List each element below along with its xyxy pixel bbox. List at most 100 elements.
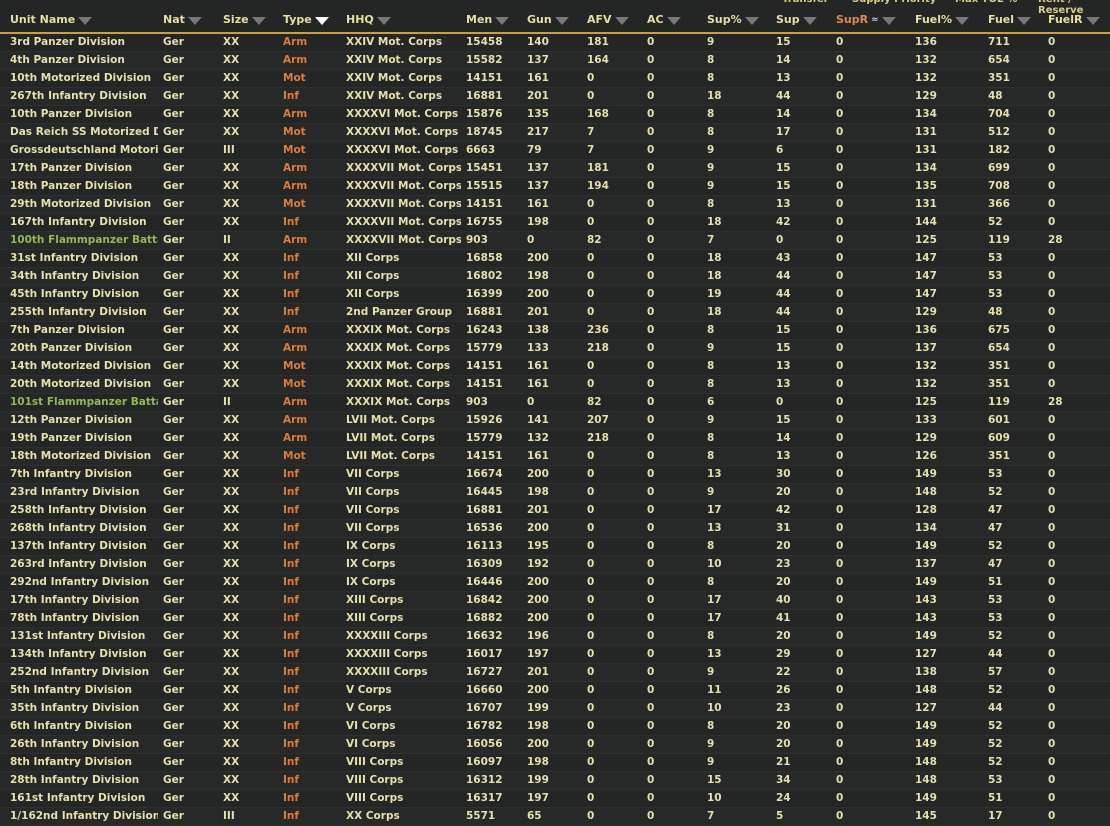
filter-icon[interactable]	[802, 16, 817, 25]
column-header-fuel-[interactable]: Fuel%	[915, 13, 970, 26]
cell-unit-name[interactable]: 255th Infantry Division	[10, 306, 158, 318]
cell-unit-name[interactable]: 26th Infantry Division	[10, 738, 158, 750]
cell-unit-name[interactable]: 23rd Infantry Division	[10, 486, 158, 498]
table-row[interactable]: 14th Motorized Division Ger XX Mot XXXIX Mot…	[0, 358, 1110, 376]
cell-unit-name[interactable]: 5th Infantry Division	[10, 684, 158, 696]
table-row[interactable]: 267th Infantry Division Ger XX Inf XXIV Mot.…	[0, 88, 1110, 106]
table-row[interactable]: 292nd Infantry Division Ger XX Inf IX Corps 1…	[0, 574, 1110, 592]
table-row[interactable]: 4th Panzer Division Ger XX Arm XXIV Mot. Cor…	[0, 52, 1110, 70]
cell-unit-name[interactable]: 14th Motorized Division	[10, 360, 158, 372]
table-row[interactable]: 31st Infantry Division Ger XX Inf XII Corps 1…	[0, 250, 1110, 268]
table-row[interactable]: 18th Motorized Division Ger XX Mot LVII Mot.…	[0, 448, 1110, 466]
table-row[interactable]: 252nd Infantry Division Ger XX Inf XXXXIII C…	[0, 664, 1110, 682]
table-row[interactable]: 10th Motorized Division Ger XX Mot XXIV Mot.…	[0, 70, 1110, 88]
group-label[interactable]: Supply Priority	[852, 0, 936, 5]
cell-unit-name[interactable]: 258th Infantry Division	[10, 504, 158, 516]
filter-icon[interactable]	[251, 16, 266, 25]
column-header-size[interactable]: Size	[223, 13, 266, 26]
filter-icon[interactable]	[1085, 16, 1100, 25]
filter-icon[interactable]	[187, 16, 202, 25]
column-header-afv[interactable]: AFV	[587, 13, 629, 26]
cell-unit-name[interactable]: 20th Panzer Division	[10, 342, 158, 354]
table-row[interactable]: 10th Panzer Division Ger XX Arm XXXXVI Mot. …	[0, 106, 1110, 124]
table-row[interactable]: 263rd Infantry Division Ger XX Inf IX Corps 1…	[0, 556, 1110, 574]
cell-unit-name[interactable]: 34th Infantry Division	[10, 270, 158, 282]
table-row[interactable]: 137th Infantry Division Ger XX Inf IX Corps 1…	[0, 538, 1110, 556]
cell-unit-name[interactable]: 161st Infantry Division	[10, 792, 158, 804]
cell-unit-name[interactable]: 267th Infantry Division	[10, 90, 158, 102]
cell-unit-name[interactable]: 45th Infantry Division	[10, 288, 158, 300]
cell-unit-name[interactable]: 19th Panzer Division	[10, 432, 158, 444]
column-header-unit-name[interactable]: Unit Name	[10, 13, 93, 26]
table-row[interactable]: 134th Infantry Division Ger XX Inf XXXXIII C…	[0, 646, 1110, 664]
table-row[interactable]: 18th Panzer Division Ger XX Arm XXXXVII Mot.…	[0, 178, 1110, 196]
filter-icon[interactable]	[881, 16, 896, 25]
table-row[interactable]: 28th Infantry Division Ger XX Inf VIII Corps…	[0, 772, 1110, 790]
table-row[interactable]: 19th Panzer Division Ger XX Arm LVII Mot. Co…	[0, 430, 1110, 448]
column-header-hhq[interactable]: HHQ	[346, 13, 391, 26]
column-header-ac[interactable]: AC	[647, 13, 681, 26]
table-row[interactable]: 78th Infantry Division Ger XX Inf XIII Corps…	[0, 610, 1110, 628]
table-row[interactable]: 17th Panzer Division Ger XX Arm XXXXVII Mot.…	[0, 160, 1110, 178]
cell-unit-name[interactable]: 29th Motorized Division	[10, 198, 158, 210]
filter-icon[interactable]	[376, 16, 391, 25]
table-row[interactable]: 100th Flammpanzer Battalio Ger II Arm XXXXVI…	[0, 232, 1110, 250]
table-row[interactable]: 1/162nd Infantry Division Ger III Inf XX Cor…	[0, 808, 1110, 826]
cell-unit-name[interactable]: 100th Flammpanzer Battalio	[10, 234, 158, 246]
table-row[interactable]: 20th Panzer Division Ger XX Arm XXXIX Mot. C…	[0, 340, 1110, 358]
cell-unit-name[interactable]: 1/162nd Infantry Division	[10, 810, 158, 822]
column-header-nat[interactable]: Nat	[163, 13, 202, 26]
table-row[interactable]: 131st Infantry Division Ger XX Inf XXXXIII C…	[0, 628, 1110, 646]
table-row[interactable]: 20th Motorized Division Ger XX Mot XXXIX Mot…	[0, 376, 1110, 394]
table-row[interactable]: 17th Infantry Division Ger XX Inf XIII Corps…	[0, 592, 1110, 610]
cell-unit-name[interactable]: 20th Motorized Division	[10, 378, 158, 390]
cell-unit-name[interactable]: 131st Infantry Division	[10, 630, 158, 642]
table-row[interactable]: 3rd Panzer Division Ger XX Arm XXIV Mot. Cor…	[0, 34, 1110, 52]
group-label[interactable]: Transfer	[782, 0, 829, 5]
cell-unit-name[interactable]: 18th Motorized Division	[10, 450, 158, 462]
cell-unit-name[interactable]: 268th Infantry Division	[10, 522, 158, 534]
cell-unit-name[interactable]: 3rd Panzer Division	[10, 36, 158, 48]
table-row[interactable]: Das Reich SS Motorized Divi Ger XX Mot XXXXV…	[0, 124, 1110, 142]
cell-unit-name[interactable]: 17th Panzer Division	[10, 162, 158, 174]
column-header-sup-[interactable]: Sup%	[707, 13, 759, 26]
cell-unit-name[interactable]: 8th Infantry Division	[10, 756, 158, 768]
table-row[interactable]: 26th Infantry Division Ger XX Inf VI Corps 16…	[0, 736, 1110, 754]
table-row[interactable]: 29th Motorized Division Ger XX Mot XXXXVII M…	[0, 196, 1110, 214]
filter-icon[interactable]	[78, 16, 93, 25]
column-header-gun[interactable]: Gun	[527, 13, 569, 26]
cell-unit-name[interactable]: 4th Panzer Division	[10, 54, 158, 66]
table-row[interactable]: 35th Infantry Division Ger XX Inf V Corps 167…	[0, 700, 1110, 718]
table-row[interactable]: 6th Infantry Division Ger XX Inf VI Corps 167…	[0, 718, 1110, 736]
filter-icon[interactable]	[744, 16, 759, 25]
filter-icon[interactable]	[554, 16, 569, 25]
cell-unit-name[interactable]: 28th Infantry Division	[10, 774, 158, 786]
cell-unit-name[interactable]: Das Reich SS Motorized Divi	[10, 126, 158, 138]
table-row[interactable]: 23rd Infantry Division Ger XX Inf VII Corps 1…	[0, 484, 1110, 502]
table-row[interactable]: 268th Infantry Division Ger XX Inf VII Corps…	[0, 520, 1110, 538]
table-row[interactable]: 8th Infantry Division Ger XX Inf VIII Corps 1…	[0, 754, 1110, 772]
cell-unit-name[interactable]: 292nd Infantry Division	[10, 576, 158, 588]
table-row[interactable]: 5th Infantry Division Ger XX Inf V Corps 1666…	[0, 682, 1110, 700]
cell-unit-name[interactable]: 35th Infantry Division	[10, 702, 158, 714]
cell-unit-name[interactable]: 17th Infantry Division	[10, 594, 158, 606]
table-row[interactable]: Grossdeutschland Motorized Ger III Mot XXXXV…	[0, 142, 1110, 160]
column-header-fuel[interactable]: Fuel	[988, 13, 1032, 26]
table-row[interactable]: 101st Flammpanzer Battalion Ger II Arm XXXIX…	[0, 394, 1110, 412]
column-header-sup[interactable]: Sup	[776, 13, 817, 26]
column-header-men[interactable]: Men	[466, 13, 510, 26]
cell-unit-name[interactable]: 78th Infantry Division	[10, 612, 158, 624]
filter-icon[interactable]	[495, 16, 510, 25]
column-header-type[interactable]: Type	[283, 13, 329, 26]
filter-icon[interactable]	[955, 16, 970, 25]
filter-icon[interactable]	[314, 16, 329, 25]
cell-unit-name[interactable]: 31st Infantry Division	[10, 252, 158, 264]
table-row[interactable]: 7th Panzer Division Ger XX Arm XXXIX Mot. Co…	[0, 322, 1110, 340]
table-row[interactable]: 167th Infantry Division Ger XX Inf XXXXVII M…	[0, 214, 1110, 232]
cell-unit-name[interactable]: 18th Panzer Division	[10, 180, 158, 192]
table-row[interactable]: 161st Infantry Division Ger XX Inf VIII Corp…	[0, 790, 1110, 808]
column-header-fuelr[interactable]: FuelR	[1048, 13, 1100, 26]
column-header-supr[interactable]: SupR ≈	[836, 13, 896, 26]
filter-icon[interactable]	[614, 16, 629, 25]
cell-unit-name[interactable]: Grossdeutschland Motorized	[10, 144, 158, 156]
